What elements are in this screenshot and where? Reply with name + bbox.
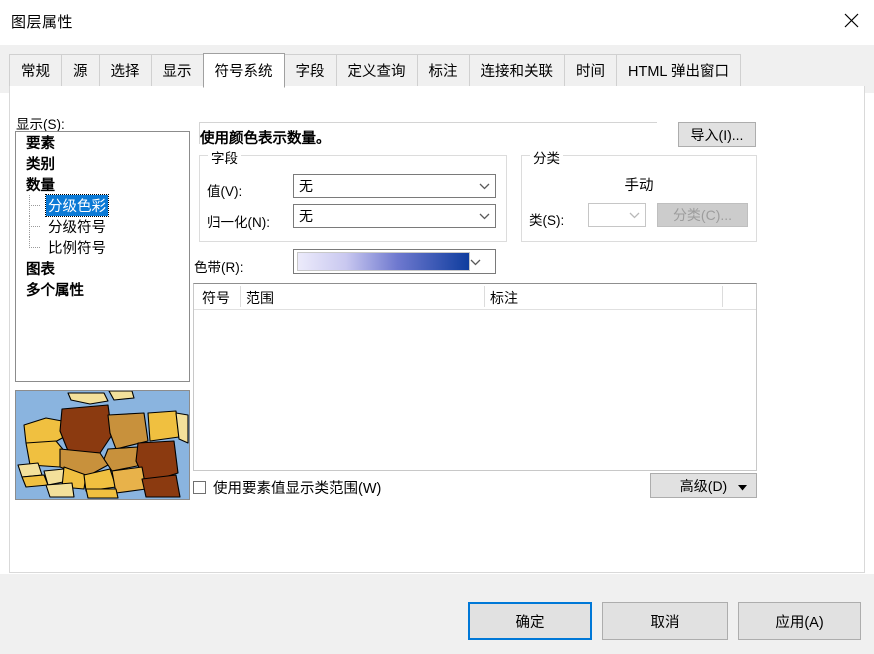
normalization-field-combo[interactable]: 无 [293,204,496,228]
column-divider-2[interactable] [722,286,723,307]
tree-item-label: 分级符号 [48,220,106,236]
tree-connector-icon [24,216,46,237]
ok-button[interactable]: 确定 [468,602,592,640]
classify-button[interactable]: 分类(C)... [657,203,748,227]
tree-item-label: 分级色彩 [45,194,109,217]
tree-item-label: 要素 [26,136,55,152]
tree-item-label: 数量 [26,178,55,194]
selected-tab-underlay [203,86,284,88]
color-ramp-swatch [297,252,470,271]
table-header-row: 符号 范围 标注 [194,284,756,310]
tab-5[interactable]: 字段 [283,54,337,87]
apply-button[interactable]: 应用(A) [738,602,861,640]
tree-item-6[interactable]: 图表 [16,258,189,279]
tree-item-label: 图表 [26,262,55,278]
tab-label: 选择 [110,64,140,80]
classes-label: 类(S): [529,213,565,228]
chevron-down-icon [623,211,645,219]
tree-item-label: 多个属性 [26,283,84,299]
tree-item-2[interactable]: 数量 [16,174,189,195]
tab-label: 显示 [162,64,192,80]
use-feature-values-row[interactable]: 使用要素值显示类范围(W) [193,477,381,498]
tree-item-5[interactable]: 比例符号 [16,237,189,258]
show-label: 显示(S): [16,117,65,132]
tab-2[interactable]: 选择 [98,54,152,87]
tree-item-0[interactable]: 要素 [16,132,189,153]
tab-8[interactable]: 连接和关联 [468,54,565,87]
chevron-down-icon [473,182,495,190]
tree-item-1[interactable]: 类别 [16,153,189,174]
description-rule [199,122,657,123]
tab-10[interactable]: HTML 弹出窗口 [616,54,741,87]
value-field-combo[interactable]: 无 [293,174,496,198]
color-ramp-label: 色带(R): [194,260,244,275]
symbology-description: 使用颜色表示数量。 [200,131,331,147]
use-feature-values-label: 使用要素值显示类范围(W) [213,481,382,497]
normalization-label: 归一化(N): [207,215,270,230]
tab-label: 源 [73,64,88,80]
classification-group-title: 分类 [530,147,563,167]
tab-label: 常规 [21,64,50,80]
tree-item-label: 类别 [26,157,55,173]
column-divider-1[interactable] [484,286,485,307]
tab-7[interactable]: 标注 [416,54,470,87]
tab-1[interactable]: 源 [61,54,100,87]
color-ramp-combo[interactable] [293,249,496,274]
normalization-field-value: 无 [299,208,313,224]
advanced-button-label: 高级(D) [679,477,728,494]
tab-3[interactable]: 显示 [150,54,204,87]
window-title: 图层属性 [11,14,74,31]
field-group-title: 字段 [208,147,241,167]
value-label: 值(V): [207,184,243,199]
column-header-0[interactable]: 符号 [202,288,230,308]
advanced-button[interactable]: 高级(D) [650,473,757,498]
cancel-button[interactable]: 取消 [602,602,728,640]
column-header-1[interactable]: 范围 [246,288,274,308]
tree-connector-icon [24,195,46,216]
symbol-class-table[interactable]: 符号 范围 标注 [193,283,757,471]
close-icon [844,13,859,28]
tree-item-4[interactable]: 分级符号 [16,216,189,237]
classification-method: 手动 [624,178,654,194]
import-button[interactable]: 导入(I)... [678,122,756,147]
classes-count-combo[interactable] [588,203,646,227]
tab-label: 定义查询 [347,64,406,80]
symbology-tree[interactable]: 要素类别数量 分级色彩分级符号比例符号图表多个属性 [15,131,190,382]
map-thumbnail [15,390,190,500]
tab-6[interactable]: 定义查询 [335,54,418,87]
column-header-2[interactable]: 标注 [490,288,518,308]
value-field-value: 无 [299,178,313,194]
tab-label: 符号系统 [214,64,273,80]
tree-item-label: 比例符号 [48,241,106,257]
chevron-down-icon [473,212,495,220]
use-feature-values-checkbox[interactable] [193,481,206,494]
title-bar: 图层属性 [0,0,874,45]
tab-label: 时间 [576,64,605,80]
tree-item-7[interactable]: 多个属性 [16,279,189,300]
column-divider-0[interactable] [240,286,241,307]
chevron-down-icon [470,258,494,266]
close-button[interactable] [828,0,874,40]
dialog-footer: 确定 取消 应用(A) [0,574,874,654]
tab-list: 常规 源 选择 显示 符号系统 字段 定义查询 标注 连接和关联 时间 HTML 弹出窗口 [9,53,741,88]
tab-label: 连接和关联 [480,64,554,80]
caret-down-icon [738,478,747,494]
tree-item-3[interactable]: 分级色彩 [16,194,189,217]
tree-connector-icon [24,237,46,258]
tab-label: 标注 [428,64,458,80]
tab-label: HTML 弹出窗口 [628,64,729,80]
tab-0[interactable]: 常规 [9,54,62,87]
tab-4[interactable]: 符号系统 [202,53,285,88]
tab-9[interactable]: 时间 [564,54,617,87]
tab-label: 字段 [295,64,325,80]
